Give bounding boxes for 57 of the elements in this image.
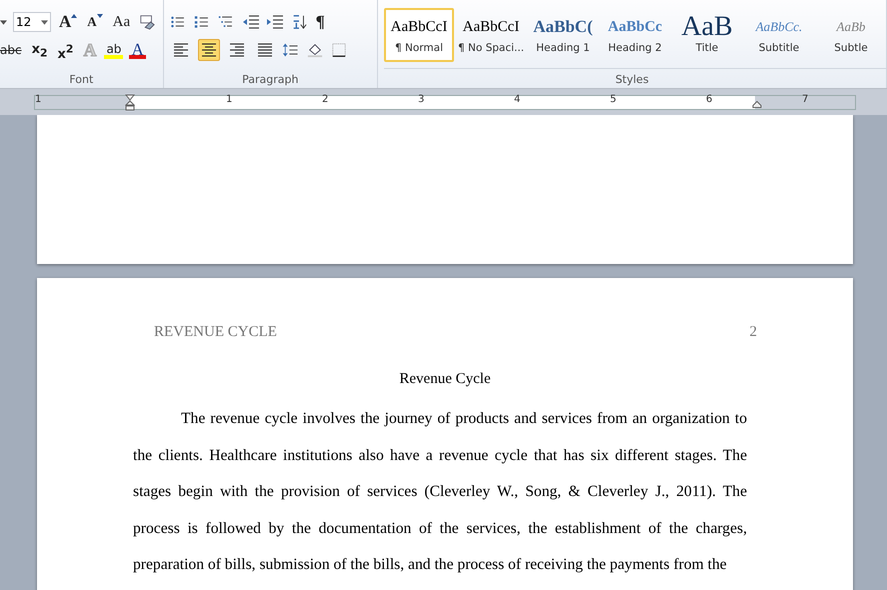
style-preview: AaBbCcI (390, 18, 448, 37)
ruler-number: 7 (802, 94, 808, 104)
ruler-number: 3 (418, 94, 424, 104)
style-name: Heading 1 (536, 42, 590, 54)
style-preview: AaBbCc. (756, 18, 802, 36)
ruler-number: 6 (706, 94, 712, 104)
running-header: REVENUE CYCLE (154, 324, 277, 341)
ruler-number: 2 (322, 94, 328, 104)
borders-icon[interactable] (330, 42, 348, 58)
style-item[interactable]: AaBbCc Heading 2 (600, 8, 670, 62)
font-color-button[interactable]: A (129, 41, 146, 59)
increase-indent-icon[interactable] (266, 14, 284, 30)
style-preview: AaBbCcI (462, 18, 520, 37)
ruler-number: 4 (514, 94, 520, 104)
style-name: Heading 2 (608, 42, 662, 54)
group-label: Font (68, 73, 94, 86)
decrease-indent-icon[interactable] (242, 14, 260, 30)
shrink-font-button[interactable]: A (85, 11, 105, 33)
style-preview: AaBbC( (533, 16, 593, 38)
style-preview: AaBbCc (608, 18, 662, 37)
ruler-number: 1 (35, 94, 42, 104)
superscript-button[interactable]: x$^{2}$ (56, 39, 76, 61)
style-preview: AaBb (836, 18, 866, 36)
style-name: ¶ Normal (394, 42, 443, 54)
style-preview: AaB (681, 16, 733, 38)
indent-marker-icon[interactable] (125, 92, 135, 110)
document-title: Revenue Cycle (398, 371, 492, 388)
ruler-number: 5 (610, 94, 616, 104)
body-paragraph: The revenue cycle involves the journey of products and services from an organization to the clients. Healthcare institutions also have a revenue cycle that has six different stages. The stages begin with the provision of services (Cleverley W., Song, & Cleverley J., 2011). The process is followed by the documentation of the services, the establishment of the charges, preparation of bills, submission of the bills, and the process of receiving the payments from the (133, 409, 747, 575)
font-size-field[interactable]: 12 (13, 12, 51, 32)
down-triangle-icon (96, 14, 103, 18)
style-item[interactable]: AaBbCc. Subtitle (744, 8, 814, 62)
up-triangle-icon (71, 14, 78, 18)
style-item[interactable]: AaBbCcI ¶ Normal (384, 8, 454, 62)
strikethrough-button[interactable]: abc (0, 39, 24, 61)
ruler-number: 1 (226, 94, 232, 104)
caret-icon[interactable] (0, 20, 7, 24)
show-formatting-button[interactable]: ¶ (314, 11, 327, 33)
align-center-button[interactable] (198, 39, 220, 61)
caret-icon[interactable] (41, 20, 48, 24)
style-name: Subtle (834, 42, 868, 54)
style-name: ¶ No Spaci... (458, 42, 524, 54)
line-spacing-icon[interactable] (282, 42, 300, 58)
right-indent-marker-icon[interactable] (752, 100, 762, 108)
group-label: Paragraph (241, 73, 300, 86)
style-name: Subtitle (758, 42, 800, 54)
change-case-button[interactable]: Aa (110, 11, 132, 33)
grow-font-button[interactable]: A (57, 11, 80, 33)
style-name: Title (696, 42, 718, 54)
subscript-button[interactable]: x$_{2}$ (30, 39, 50, 61)
page-number: 2 (750, 324, 757, 341)
style-item[interactable]: AaBb Subtle (816, 8, 886, 62)
style-item[interactable]: AaB Title (672, 8, 742, 62)
group-label: Styles (614, 73, 650, 86)
style-item[interactable]: AaBbCcI ¶ No Spaci... (456, 8, 526, 62)
style-item[interactable]: AaBbC( Heading 1 (528, 8, 598, 62)
highlight-button[interactable]: ab (104, 41, 124, 59)
